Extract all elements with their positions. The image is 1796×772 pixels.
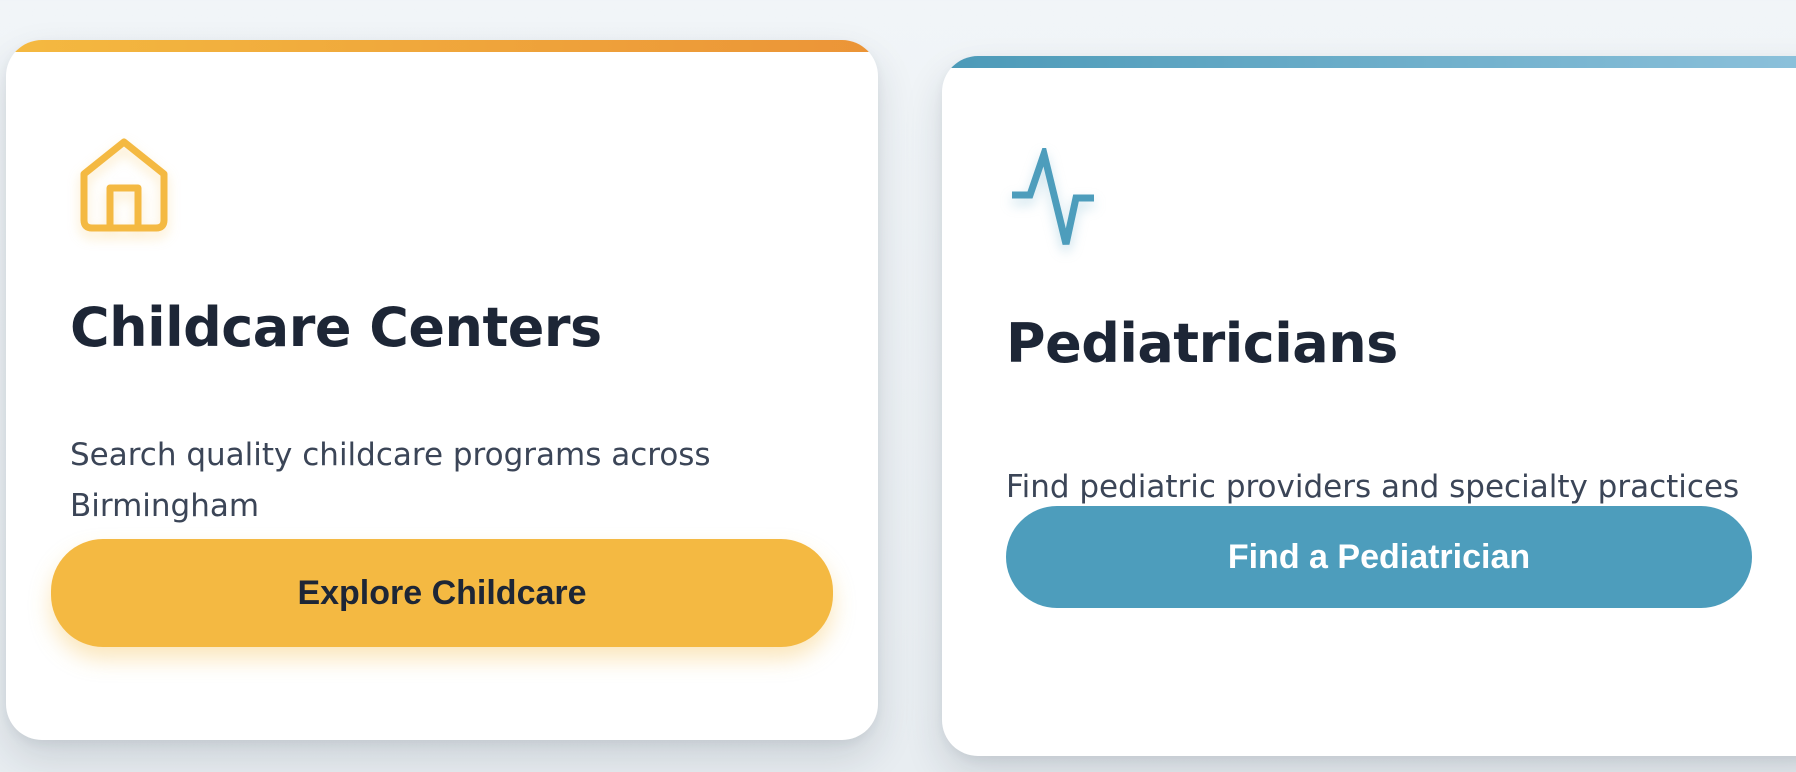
explore-childcare-button[interactable]: Explore Childcare — [51, 539, 833, 647]
heartbeat-pulse-icon — [1010, 141, 1110, 258]
card-description: Search quality childcare programs across… — [70, 437, 711, 524]
house-icon — [74, 136, 174, 236]
card-title: Pediatricians — [1006, 312, 1398, 375]
card-title: Childcare Centers — [70, 296, 602, 359]
card-accent-bar — [942, 56, 1796, 68]
card-accent-bar — [6, 40, 878, 52]
find-pediatrician-button[interactable]: Find a Pediatrician — [1006, 506, 1752, 608]
childcare-card: Childcare Centers Search quality childca… — [6, 40, 878, 740]
pediatricians-card: Pediatricians Find pediatric providers a… — [942, 56, 1796, 756]
